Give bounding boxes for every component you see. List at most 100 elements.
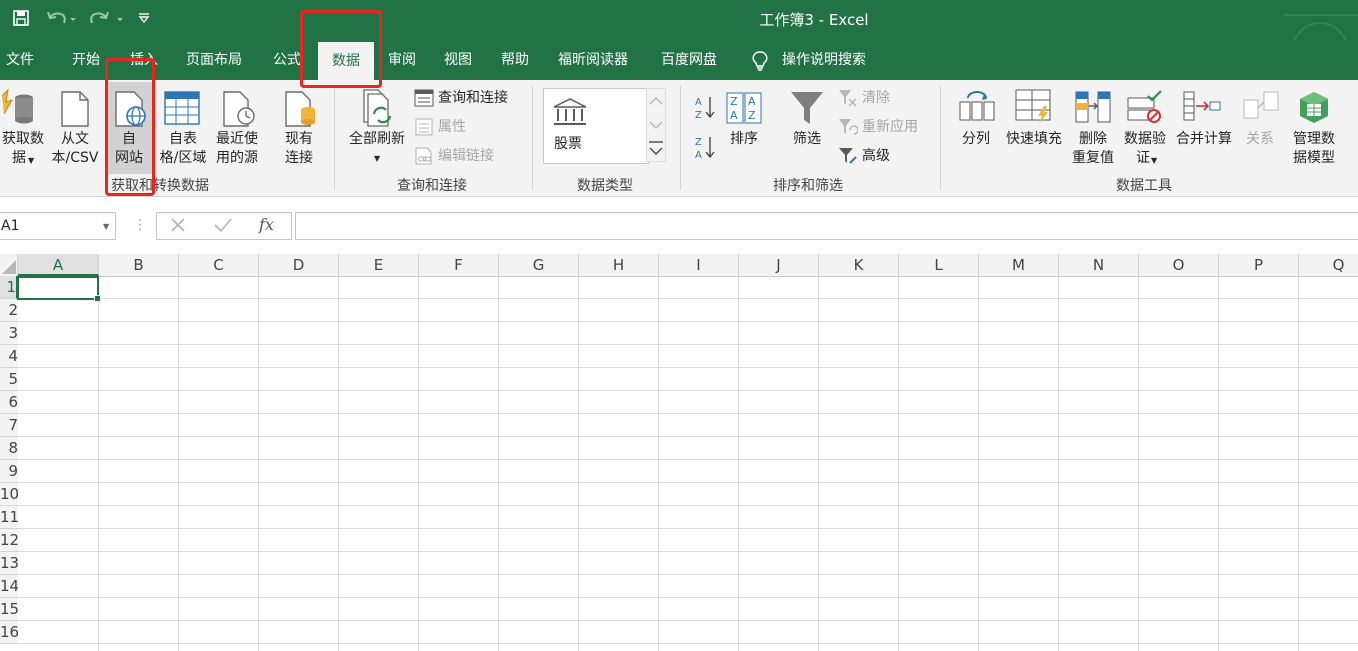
- column-header[interactable]: Q: [1299, 254, 1358, 276]
- clear-filter-button[interactable]: 清除: [838, 88, 890, 108]
- row-header[interactable]: 16: [0, 621, 18, 644]
- highlight-data-tab: [300, 10, 382, 88]
- relationships-button[interactable]: 关系: [1238, 88, 1282, 158]
- refresh-all-label: 全部刷新: [349, 131, 405, 147]
- column-header[interactable]: B: [99, 254, 179, 276]
- stocks-data-type-button[interactable]: 股票: [543, 88, 649, 164]
- existing-connections-button[interactable]: 现有 连接: [272, 88, 326, 176]
- column-header[interactable]: N: [1059, 254, 1139, 276]
- insert-function-button[interactable]: fx: [259, 215, 274, 234]
- sort-ascending-button[interactable]: AZ: [694, 94, 716, 120]
- stocks-label: 股票: [554, 136, 582, 152]
- remove-duplicates-button[interactable]: 删除 重复值: [1068, 88, 1118, 176]
- row-header[interactable]: 9: [0, 460, 18, 483]
- svg-text:Z: Z: [730, 95, 738, 108]
- datatype-gallery-scroll[interactable]: [646, 88, 666, 162]
- name-box[interactable]: A1 ▼: [0, 212, 116, 240]
- lightbulb-icon: [752, 51, 768, 71]
- formula-input[interactable]: [295, 212, 1358, 240]
- tab-help[interactable]: 帮助: [501, 40, 529, 80]
- queries-icon: [414, 89, 434, 107]
- advanced-filter-button[interactable]: 高级: [838, 146, 890, 166]
- remove-duplicates-label-2: 重复值: [1072, 150, 1114, 166]
- tab-file[interactable]: 文件: [6, 40, 34, 80]
- refresh-all-button[interactable]: 全部刷新 ▼: [342, 88, 412, 176]
- edit-links-button[interactable]: 编辑链接: [414, 146, 494, 166]
- row-header[interactable]: 4: [0, 345, 18, 368]
- database-icon: [0, 88, 36, 128]
- row-header[interactable]: 3: [0, 322, 18, 345]
- column-header[interactable]: A: [18, 254, 99, 276]
- column-header[interactable]: C: [179, 254, 259, 276]
- tab-baidu[interactable]: 百度网盘: [661, 40, 717, 80]
- tab-foxit[interactable]: 福昕阅读器: [558, 40, 628, 80]
- chevron-down-icon[interactable]: ▼: [103, 222, 109, 231]
- column-header[interactable]: D: [259, 254, 339, 276]
- column-header[interactable]: G: [499, 254, 579, 276]
- fill-handle[interactable]: [94, 295, 101, 302]
- sort-descending-button[interactable]: ZA: [694, 134, 716, 160]
- svg-text:Z: Z: [748, 109, 756, 122]
- row-header[interactable]: 13: [0, 552, 18, 575]
- manage-data-model-button[interactable]: 管理数 据模型: [1286, 88, 1342, 176]
- cell-grid[interactable]: [18, 276, 1358, 651]
- row-header[interactable]: 5: [0, 368, 18, 391]
- row-header[interactable]: 14: [0, 575, 18, 598]
- data-validation-button[interactable]: 数据验 证 ▼: [1120, 88, 1170, 176]
- edit-links-icon: [414, 147, 434, 165]
- enter-icon[interactable]: [213, 216, 233, 234]
- consolidate-label: 合并计算: [1176, 131, 1232, 147]
- text-to-columns-icon: [958, 90, 996, 124]
- column-header[interactable]: K: [819, 254, 899, 276]
- tab-home[interactable]: 开始: [72, 40, 100, 80]
- tab-view[interactable]: 视图: [444, 40, 472, 80]
- formula-bar-splitter[interactable]: ⋮: [133, 217, 147, 233]
- column-header[interactable]: E: [339, 254, 419, 276]
- relationships-label: 关系: [1246, 131, 1274, 147]
- funnel-icon: [790, 90, 824, 126]
- column-header[interactable]: O: [1139, 254, 1219, 276]
- chevron-down-icon: ▼: [374, 154, 381, 163]
- column-header[interactable]: J: [739, 254, 819, 276]
- row-header[interactable]: 15: [0, 598, 18, 621]
- text-to-columns-button[interactable]: 分列: [954, 88, 998, 158]
- row-header[interactable]: 12: [0, 529, 18, 552]
- cancel-icon[interactable]: [169, 216, 187, 234]
- tab-review[interactable]: 审阅: [388, 40, 416, 80]
- column-headers: A B C D E F G H I J K L M N O P Q: [0, 254, 1358, 277]
- row-header[interactable]: 6: [0, 391, 18, 414]
- tab-page-layout[interactable]: 页面布局: [186, 40, 242, 80]
- from-table-label-2: 格/区域: [159, 150, 207, 166]
- row-header[interactable]: 1: [0, 276, 18, 299]
- tell-me-search[interactable]: 操作说明搜索: [752, 40, 866, 80]
- row-header[interactable]: 8: [0, 437, 18, 460]
- filter-button[interactable]: 筛选: [784, 88, 830, 158]
- queries-connections-button[interactable]: 查询和连接: [414, 88, 508, 108]
- consolidate-button[interactable]: 合并计算: [1172, 88, 1236, 158]
- flash-fill-button[interactable]: 快速填充: [1002, 88, 1066, 158]
- active-cell[interactable]: [17, 276, 101, 302]
- queries-connections-label: 查询和连接: [438, 90, 508, 106]
- from-text-csv-button[interactable]: 从文 本/CSV: [48, 88, 102, 176]
- column-header[interactable]: I: [659, 254, 739, 276]
- column-header[interactable]: P: [1219, 254, 1299, 276]
- from-table-button[interactable]: 自表 格/区域: [156, 88, 210, 176]
- recent-sources-button[interactable]: 最近使 用的源: [212, 88, 262, 176]
- get-data-button[interactable]: 获取数 据 ▼: [0, 88, 46, 176]
- row-header[interactable]: 10: [0, 483, 18, 506]
- column-header[interactable]: F: [419, 254, 499, 276]
- reapply-button[interactable]: 重新应用: [838, 117, 918, 137]
- refresh-icon: [360, 88, 396, 128]
- row-header[interactable]: 7: [0, 414, 18, 437]
- tab-formulas[interactable]: 公式: [273, 40, 301, 80]
- column-header[interactable]: H: [579, 254, 659, 276]
- row-header[interactable]: 2: [0, 299, 18, 322]
- column-header[interactable]: L: [899, 254, 979, 276]
- sort-button[interactable]: ZAAZ 排序: [722, 88, 766, 158]
- properties-button[interactable]: 属性: [414, 117, 466, 137]
- advanced-label: 高级: [862, 148, 890, 164]
- column-header[interactable]: M: [979, 254, 1059, 276]
- svg-text:A: A: [730, 109, 738, 122]
- row-header[interactable]: 11: [0, 506, 18, 529]
- select-all-button[interactable]: [0, 254, 18, 276]
